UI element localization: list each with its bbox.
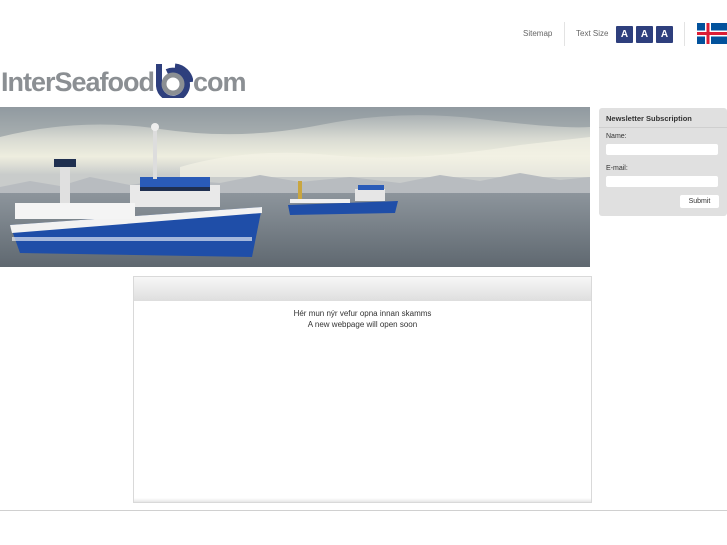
- message-english: A new webpage will open soon: [307, 320, 418, 329]
- iceland-flag-icon[interactable]: [697, 23, 727, 44]
- text-size-label: Text Size: [576, 29, 609, 38]
- email-field[interactable]: [606, 176, 718, 187]
- newsletter-panel: Newsletter Subscription Name: E-mail: Su…: [599, 108, 727, 216]
- top-bar: Sitemap Text Size A A A: [0, 22, 727, 46]
- banner-image: [0, 107, 590, 267]
- email-label: E-mail:: [606, 165, 628, 172]
- main-content-box: Hér mun nýr vefur opna innan skamms A ne…: [133, 276, 592, 503]
- text-size-large-button[interactable]: A: [656, 26, 673, 43]
- sitemap-link[interactable]: Sitemap: [523, 29, 552, 38]
- logo-text: InterSeafood: [1, 67, 155, 97]
- site-logo[interactable]: InterSeafood com: [0, 58, 250, 100]
- footer-divider: [0, 510, 727, 511]
- content-footer: [134, 498, 591, 502]
- text-size-small-button[interactable]: A: [616, 26, 633, 43]
- newsletter-title: Newsletter Subscription: [606, 114, 692, 123]
- divider: [599, 127, 727, 128]
- message-icelandic: Hér mun nýr vefur opna innan skamms: [293, 309, 432, 318]
- logo-mark-icon: [156, 63, 193, 98]
- divider: [684, 22, 685, 46]
- submit-button[interactable]: Submit: [680, 195, 719, 208]
- text-size-medium-button[interactable]: A: [636, 26, 653, 43]
- content-header: [134, 277, 591, 301]
- name-field[interactable]: [606, 144, 718, 155]
- divider: [564, 22, 565, 46]
- logo-text-com: com: [193, 67, 247, 97]
- name-label: Name:: [606, 133, 627, 140]
